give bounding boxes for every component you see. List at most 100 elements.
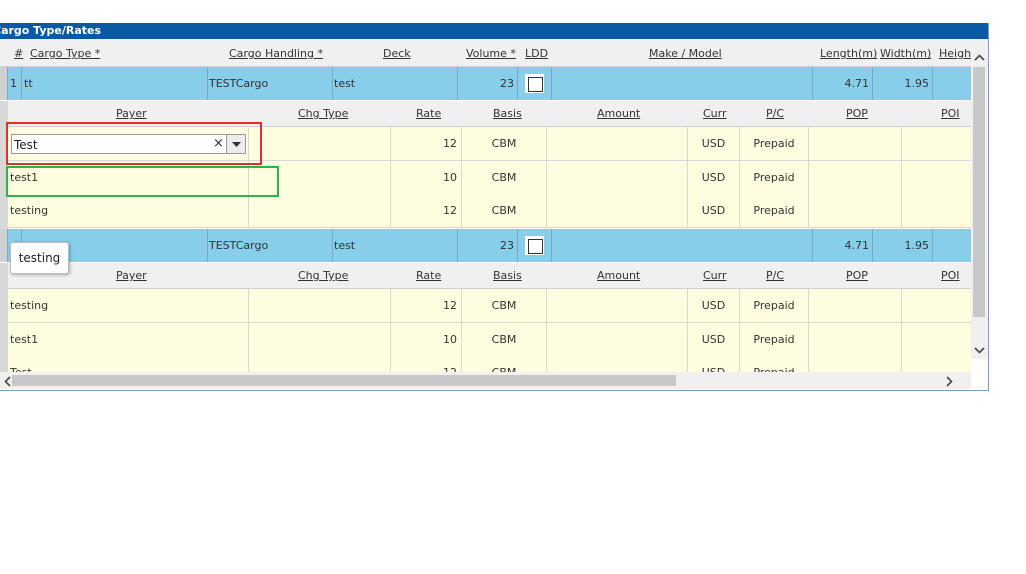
- rate-row[interactable]: testing 12 CBM USD Prepaid: [8, 194, 971, 228]
- col-header-num[interactable]: #: [14, 39, 23, 66]
- pop-cell[interactable]: [809, 289, 902, 322]
- payer-cell[interactable]: testing: [8, 194, 249, 227]
- ldd-cell[interactable]: [518, 67, 552, 100]
- curr-cell[interactable]: USD: [688, 127, 740, 160]
- subcol-chg-type[interactable]: Chg Type: [298, 263, 348, 289]
- height-cell[interactable]: [933, 229, 971, 262]
- amount-cell[interactable]: [547, 289, 688, 322]
- make-model-cell[interactable]: [552, 229, 813, 262]
- basis-cell[interactable]: CBM: [462, 194, 547, 227]
- rate-cell[interactable]: 12: [391, 127, 462, 160]
- subcol-rate[interactable]: Rate: [416, 263, 441, 289]
- pc-cell[interactable]: Prepaid: [740, 161, 809, 194]
- subcol-amount[interactable]: Amount: [597, 263, 640, 289]
- rate-cell[interactable]: 12: [391, 356, 462, 372]
- subcol-amount[interactable]: Amount: [597, 101, 640, 127]
- chg-type-cell[interactable]: [249, 127, 391, 160]
- rate-cell[interactable]: 10: [391, 161, 462, 194]
- width-cell[interactable]: 1.95: [873, 229, 933, 262]
- basis-cell[interactable]: CBM: [462, 161, 547, 194]
- rate-cell[interactable]: 12: [391, 194, 462, 227]
- cargo-handling-cell[interactable]: TESTCargo: [208, 67, 333, 100]
- curr-cell[interactable]: USD: [688, 161, 740, 194]
- vertical-scroll-thumb[interactable]: [973, 67, 985, 317]
- poi-cell[interactable]: [902, 194, 971, 227]
- chg-type-cell[interactable]: [249, 194, 391, 227]
- deck-cell[interactable]: test: [333, 67, 458, 100]
- make-model-cell[interactable]: [552, 67, 813, 100]
- payer-cell[interactable]: test1: [8, 323, 249, 356]
- poi-cell[interactable]: [902, 323, 971, 356]
- curr-cell[interactable]: USD: [688, 289, 740, 322]
- chg-type-cell[interactable]: [249, 356, 391, 372]
- subcol-basis[interactable]: Basis: [493, 263, 522, 289]
- deck-cell[interactable]: test: [333, 229, 458, 262]
- horizontal-scroll-thumb[interactable]: [12, 375, 676, 386]
- rate-cell[interactable]: 12: [391, 289, 462, 322]
- ldd-checkbox[interactable]: [528, 239, 543, 254]
- rate-row[interactable]: testing 12 CBM USD Prepaid: [8, 289, 971, 323]
- pc-cell[interactable]: Prepaid: [740, 127, 809, 160]
- volume-cell[interactable]: 23: [458, 67, 518, 100]
- pop-cell[interactable]: [809, 356, 902, 372]
- col-header-deck[interactable]: Deck: [383, 39, 411, 66]
- pop-cell[interactable]: [809, 127, 902, 160]
- cargo-type-cell[interactable]: tt: [22, 67, 208, 100]
- poi-cell[interactable]: [902, 127, 971, 160]
- subcol-poi[interactable]: POI: [941, 101, 960, 127]
- pc-cell[interactable]: Prepaid: [740, 356, 809, 372]
- row-expander[interactable]: [0, 229, 8, 262]
- ldd-cell[interactable]: [518, 229, 552, 262]
- pc-cell[interactable]: Prepaid: [740, 323, 809, 356]
- pop-cell[interactable]: [809, 323, 902, 356]
- col-header-width[interactable]: Width(m): [880, 39, 931, 66]
- curr-cell[interactable]: USD: [688, 356, 740, 372]
- vertical-scrollbar[interactable]: [971, 39, 988, 359]
- width-cell[interactable]: 1.95: [873, 67, 933, 100]
- length-cell[interactable]: 4.71: [813, 229, 873, 262]
- amount-cell[interactable]: [547, 127, 688, 160]
- pop-cell[interactable]: [809, 161, 902, 194]
- cargo-handling-cell[interactable]: TESTCargo: [208, 229, 333, 262]
- curr-cell[interactable]: USD: [688, 194, 740, 227]
- subcol-pop[interactable]: POP: [846, 101, 868, 127]
- payer-cell[interactable]: testing: [8, 289, 249, 322]
- poi-cell[interactable]: [902, 289, 971, 322]
- col-header-height[interactable]: Height: [939, 39, 971, 66]
- rate-cell[interactable]: 10: [391, 323, 462, 356]
- curr-cell[interactable]: USD: [688, 323, 740, 356]
- amount-cell[interactable]: [547, 356, 688, 372]
- basis-cell[interactable]: CBM: [462, 289, 547, 322]
- basis-cell[interactable]: CBM: [462, 323, 547, 356]
- rate-row[interactable]: Test 12 CBM USD Prepaid: [8, 356, 971, 372]
- col-header-volume[interactable]: Volume *: [466, 39, 516, 66]
- amount-cell[interactable]: [547, 323, 688, 356]
- length-cell[interactable]: 4.71: [813, 67, 873, 100]
- chg-type-cell[interactable]: [249, 323, 391, 356]
- payer-cell[interactable]: Test: [8, 356, 249, 372]
- col-header-length[interactable]: Length(m): [820, 39, 877, 66]
- subcol-chg-type[interactable]: Chg Type: [298, 101, 348, 127]
- subcol-poi[interactable]: POI: [941, 263, 960, 289]
- pc-cell[interactable]: Prepaid: [740, 289, 809, 322]
- subcol-rate[interactable]: Rate: [416, 101, 441, 127]
- col-header-cargo-type[interactable]: Cargo Type *: [30, 39, 100, 66]
- subcol-pop[interactable]: POP: [846, 263, 868, 289]
- col-header-cargo-handling[interactable]: Cargo Handling *: [229, 39, 323, 66]
- amount-cell[interactable]: [547, 194, 688, 227]
- subcol-basis[interactable]: Basis: [493, 101, 522, 127]
- subcol-curr[interactable]: Curr: [703, 263, 727, 289]
- row-expander[interactable]: [0, 67, 8, 100]
- poi-cell[interactable]: [902, 161, 971, 194]
- basis-cell[interactable]: CBM: [462, 356, 547, 372]
- subcol-pc[interactable]: P/C: [766, 263, 784, 289]
- amount-cell[interactable]: [547, 161, 688, 194]
- chevron-up-icon[interactable]: [974, 54, 985, 61]
- cargo-row[interactable]: 1 tt TESTCargo test 23 4.71 1.95: [0, 67, 971, 101]
- cargo-row[interactable]: TESTCargo test 23 4.71 1.95: [0, 229, 971, 263]
- height-cell[interactable]: [933, 67, 971, 100]
- pc-cell[interactable]: Prepaid: [740, 194, 809, 227]
- horizontal-scrollbar[interactable]: [0, 372, 971, 389]
- ldd-checkbox[interactable]: [528, 77, 543, 92]
- chevron-right-icon[interactable]: [946, 376, 953, 387]
